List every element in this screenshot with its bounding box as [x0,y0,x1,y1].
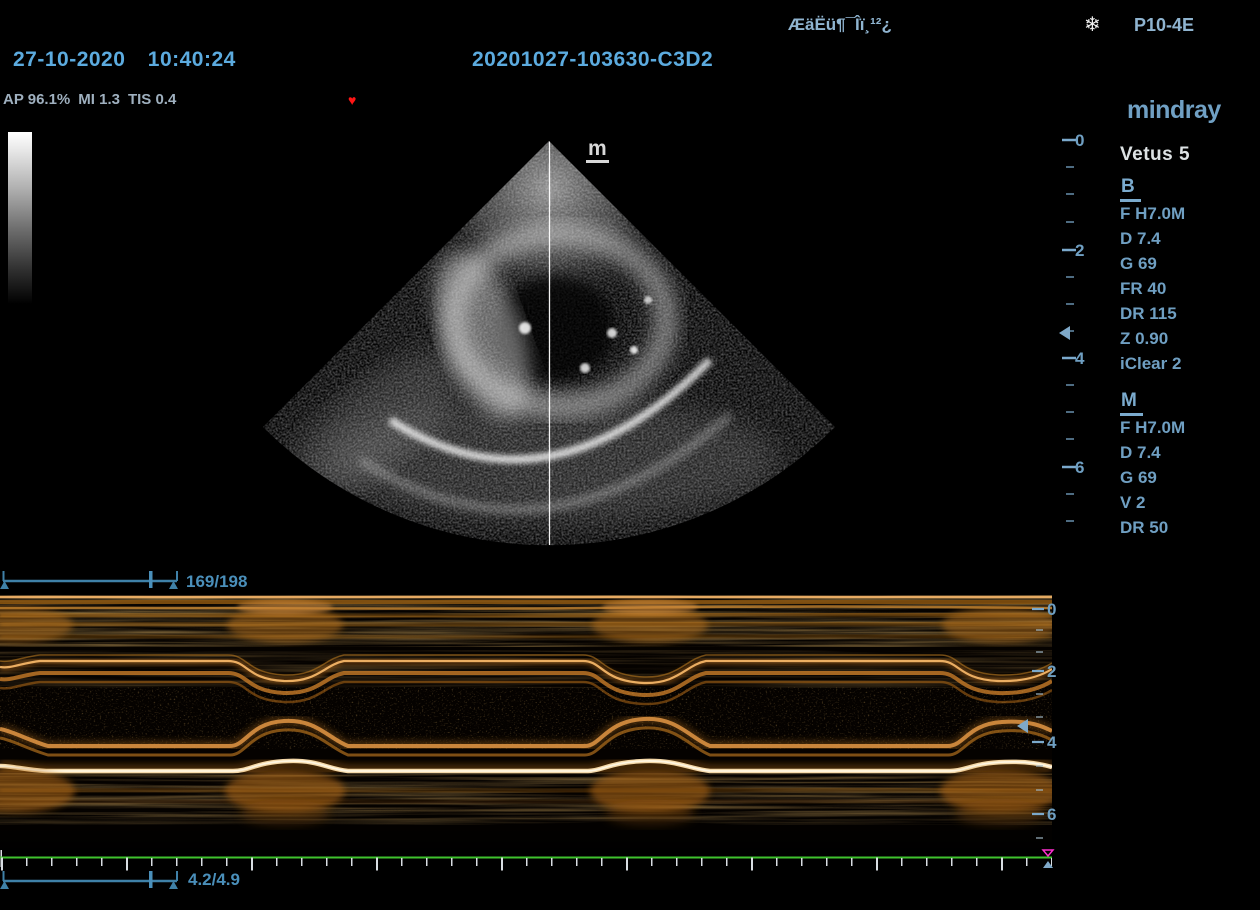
sweep-bar[interactable] [0,868,185,892]
timeline-cursor-marker[interactable] [1043,850,1053,856]
datetime: 27-10-2020 10:40:24 [13,48,236,72]
b-focus-marker [1059,326,1070,340]
m-depth-label-6: 6 [1047,805,1067,825]
sweep-time-counter: 4.2/4.9 [188,870,240,890]
b-params-title: B [1120,176,1141,202]
b-param-frequency: F H7.0M [1120,204,1185,224]
b-depth-label-4: 4 [1075,349,1095,369]
mindray-logo: mindray [1127,96,1221,125]
grayscale-bar [8,132,32,304]
system-name: Vetus 5 [1120,144,1190,166]
b-param-zoom: Z 0.90 [1120,329,1168,349]
m-depth-label-4: 4 [1047,733,1067,753]
m-depth-ruler [1032,595,1048,851]
b-param-iclear: iClear 2 [1120,354,1181,374]
m-mode-image [0,595,1052,850]
m-params-title: M [1120,390,1143,416]
b-depth-label-2: 2 [1075,241,1095,261]
exam-type: ÆäËü¶¯Îï¸¹²¿ [788,15,892,35]
freeze-snowflake-icon[interactable]: ❄ [1084,12,1101,37]
probe-label: P10-4E [1134,15,1194,36]
cine-position-cursor[interactable] [149,571,153,588]
m-depth-label-0: 0 [1047,600,1067,620]
heart-icon: ♥ [348,92,356,108]
orientation-marker: m [586,138,609,163]
sweep-position-cursor[interactable] [149,871,153,888]
cine-frame-counter: 169/198 [186,572,247,592]
b-param-dynamic-range: DR 115 [1120,304,1177,324]
tis-value: TIS 0.4 [128,91,176,108]
m-depth-label-2: 2 [1047,662,1067,682]
b-depth-label-0: 0 [1075,131,1095,151]
acoustic-power: AP 96.1% [3,91,70,108]
mi-value: MI 1.3 [78,91,120,108]
ultrasound-screen: 27-10-2020 10:40:24 20201027-103630-C3D2… [0,0,1260,910]
cine-bar[interactable] [0,568,185,592]
exam-id: 20201027-103630-C3D2 [472,48,713,72]
m-param-dynamic-range: DR 50 [1120,518,1168,538]
lumen-speckle [0,687,1052,749]
m-param-frequency: F H7.0M [1120,418,1185,438]
acoustic-output-row: AP 96.1% MI 1.3 TIS 0.4 [3,91,184,108]
m-focus-marker [1017,719,1028,733]
date-label: 27-10-2020 [13,48,125,71]
b-param-gain: G 69 [1120,254,1157,274]
b-mode-image [240,130,860,560]
time-label: 10:40:24 [148,48,236,71]
b-param-framerate: FR 40 [1120,279,1166,299]
m-param-depth: D 7.4 [1120,443,1161,463]
m-param-gain: G 69 [1120,468,1157,488]
b-param-depth: D 7.4 [1120,229,1161,249]
m-param-speed: V 2 [1120,493,1146,513]
b-depth-label-6: 6 [1075,458,1095,478]
